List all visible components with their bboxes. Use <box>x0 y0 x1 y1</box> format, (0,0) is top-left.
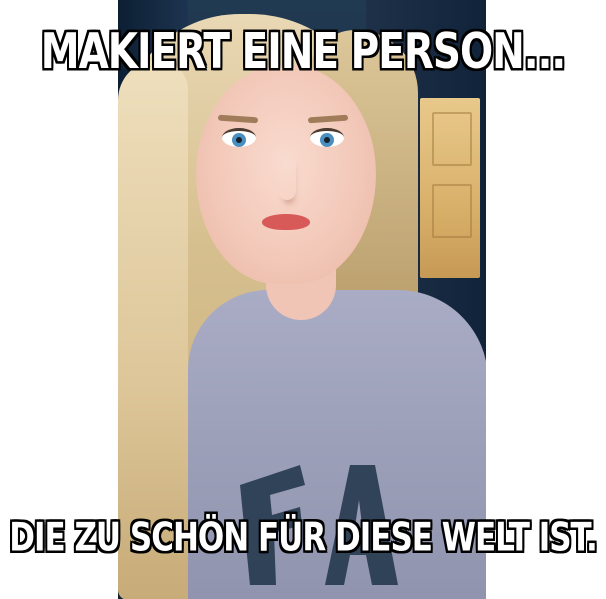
nose <box>278 154 296 200</box>
white-border-left <box>0 0 118 599</box>
face <box>196 64 376 284</box>
lips <box>262 214 310 230</box>
background-door <box>420 98 480 278</box>
portrait-photo <box>118 0 486 599</box>
eyebrow-left <box>217 114 259 124</box>
eye-left <box>222 128 256 147</box>
meme-image: MAKIERT EINE PERSON... DIE ZU SCHÖN FÜR … <box>0 0 606 599</box>
white-border-right <box>486 0 606 599</box>
top-caption: MAKIERT EINE PERSON... <box>40 24 566 81</box>
eye-right <box>310 128 344 147</box>
bottom-caption: DIE ZU SCHÖN FÜR DIESE WELT IST. <box>9 515 598 561</box>
eyebrow-right <box>307 114 349 124</box>
